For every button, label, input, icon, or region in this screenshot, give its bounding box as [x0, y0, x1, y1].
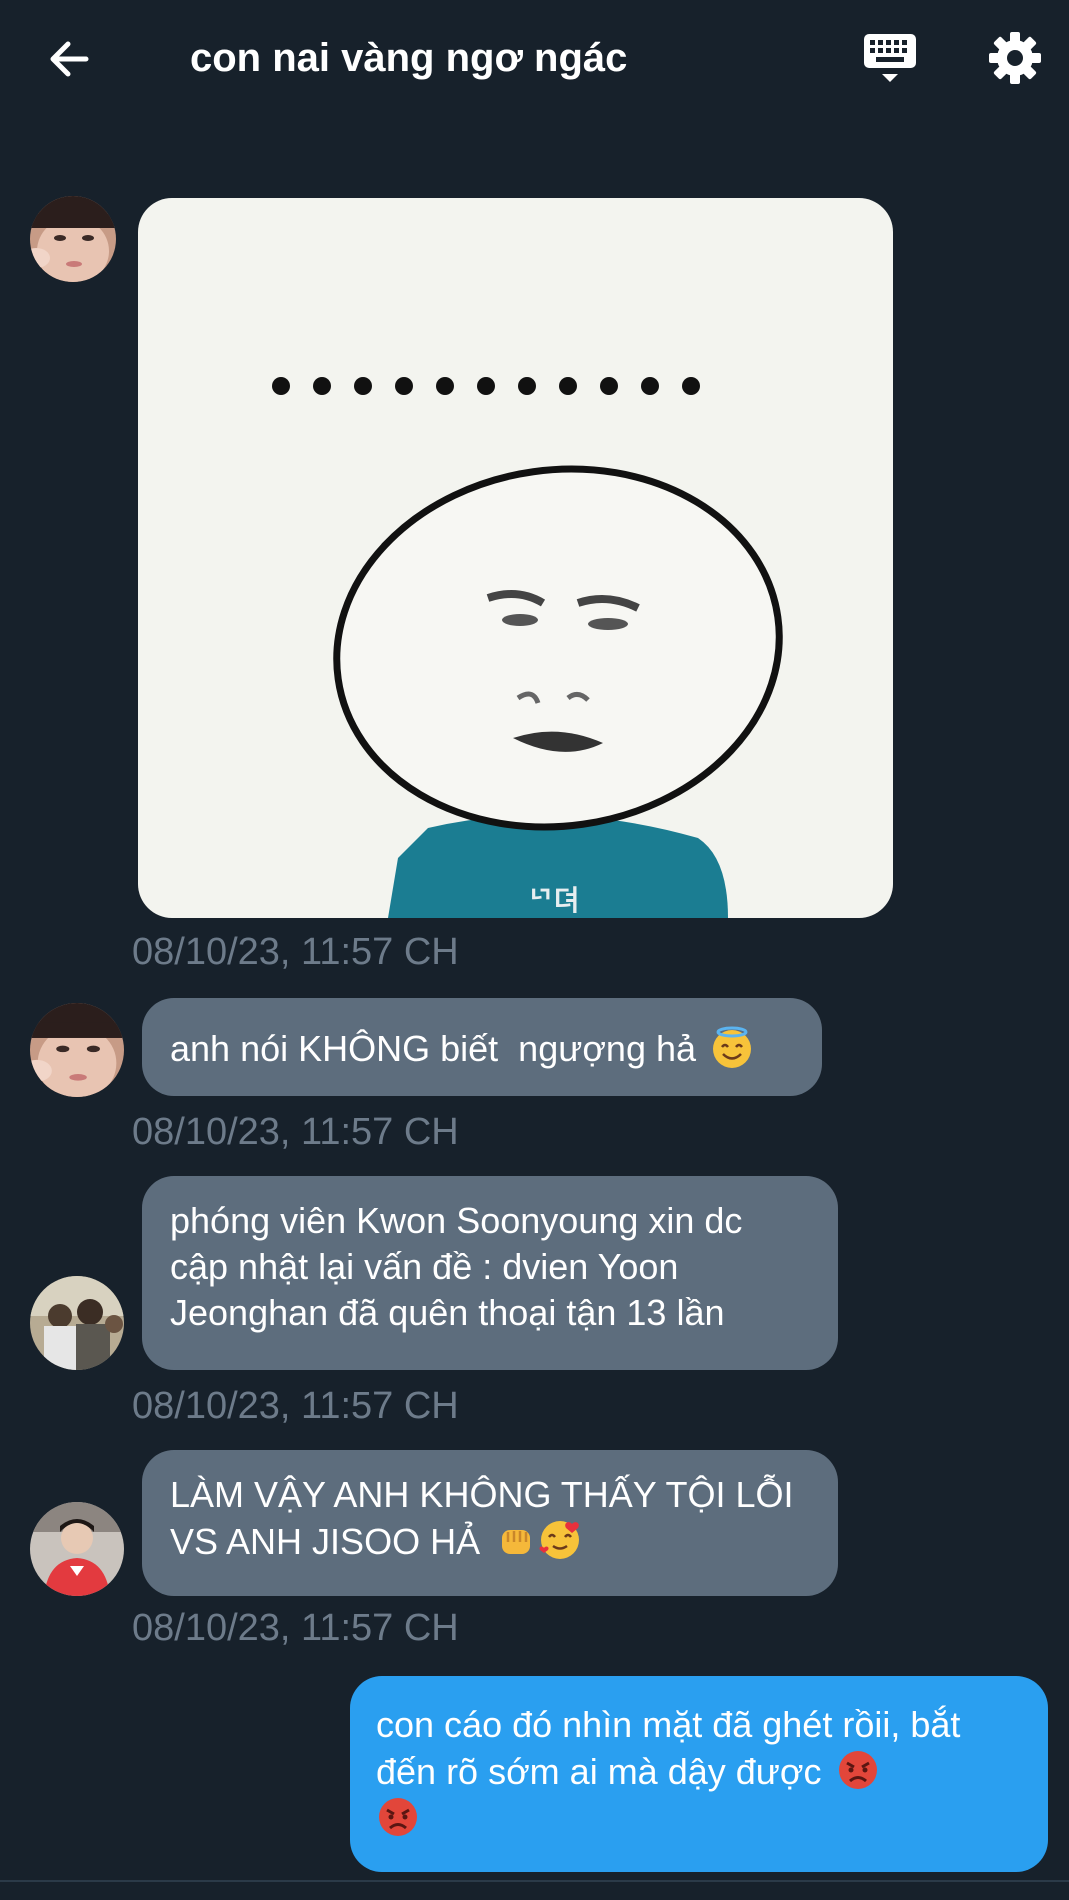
avatar-girl[interactable]	[30, 1003, 124, 1097]
avatar-boy-group[interactable]	[30, 1276, 124, 1370]
settings-button[interactable]	[985, 28, 1045, 88]
gear-icon	[989, 32, 1041, 84]
outgoing-message-bubble[interactable]: con cáo đó nhìn mặt đã ghét rồii, bắt đế…	[350, 1676, 1048, 1872]
chat-title: con nai vàng ngơ ngác	[190, 36, 628, 80]
incoming-message-bubble[interactable]: LÀM VẬY ANH KHÔNG THẤY TỘI LỖI VS ANH JI…	[142, 1450, 838, 1596]
message-timestamp: 08/10/23, 11:57 CH	[132, 1111, 459, 1153]
avatar-girl[interactable]	[30, 196, 116, 282]
meme-face-sticker: ᄓ뎌	[272, 377, 783, 918]
sticker-image[interactable]: ᄓ뎌	[138, 198, 893, 918]
halo-smile-emoji	[713, 1026, 752, 1068]
message-timestamp: 08/10/23, 11:57 CH	[132, 931, 459, 973]
svg-text:ᄓ뎌: ᄓ뎌	[528, 884, 580, 917]
keyboard-icon	[864, 34, 916, 82]
back-button[interactable]	[42, 30, 102, 90]
message-text: phóng viên Kwon Soonyoung xin dc cập nhậ…	[170, 1200, 753, 1333]
avatar-boy-red[interactable]	[30, 1502, 124, 1596]
divider	[0, 1880, 1069, 1882]
angry-face-emoji	[838, 1751, 877, 1789]
fist-emoji	[502, 1530, 531, 1554]
keyboard-button[interactable]	[860, 30, 920, 90]
message-timestamp: 08/10/23, 11:57 CH	[132, 1385, 459, 1427]
incoming-message-bubble[interactable]: phóng viên Kwon Soonyoung xin dc cập nhậ…	[142, 1176, 838, 1370]
message-timestamp: 08/10/23, 11:57 CH	[132, 1607, 459, 1649]
arrow-left-icon	[50, 41, 89, 77]
chat-header: con nai vàng ngơ ngác	[0, 0, 1069, 118]
heart-face-emoji	[539, 1521, 580, 1559]
angry-face-emoji	[379, 1798, 417, 1836]
message-text: LÀM VẬY ANH KHÔNG THẤY TỘI LỖI VS ANH JI…	[170, 1474, 804, 1562]
message-text: anh nói KHÔNG biết ngượng hả	[170, 1028, 697, 1069]
incoming-message-bubble[interactable]: anh nói KHÔNG biết ngượng hả	[142, 998, 822, 1096]
